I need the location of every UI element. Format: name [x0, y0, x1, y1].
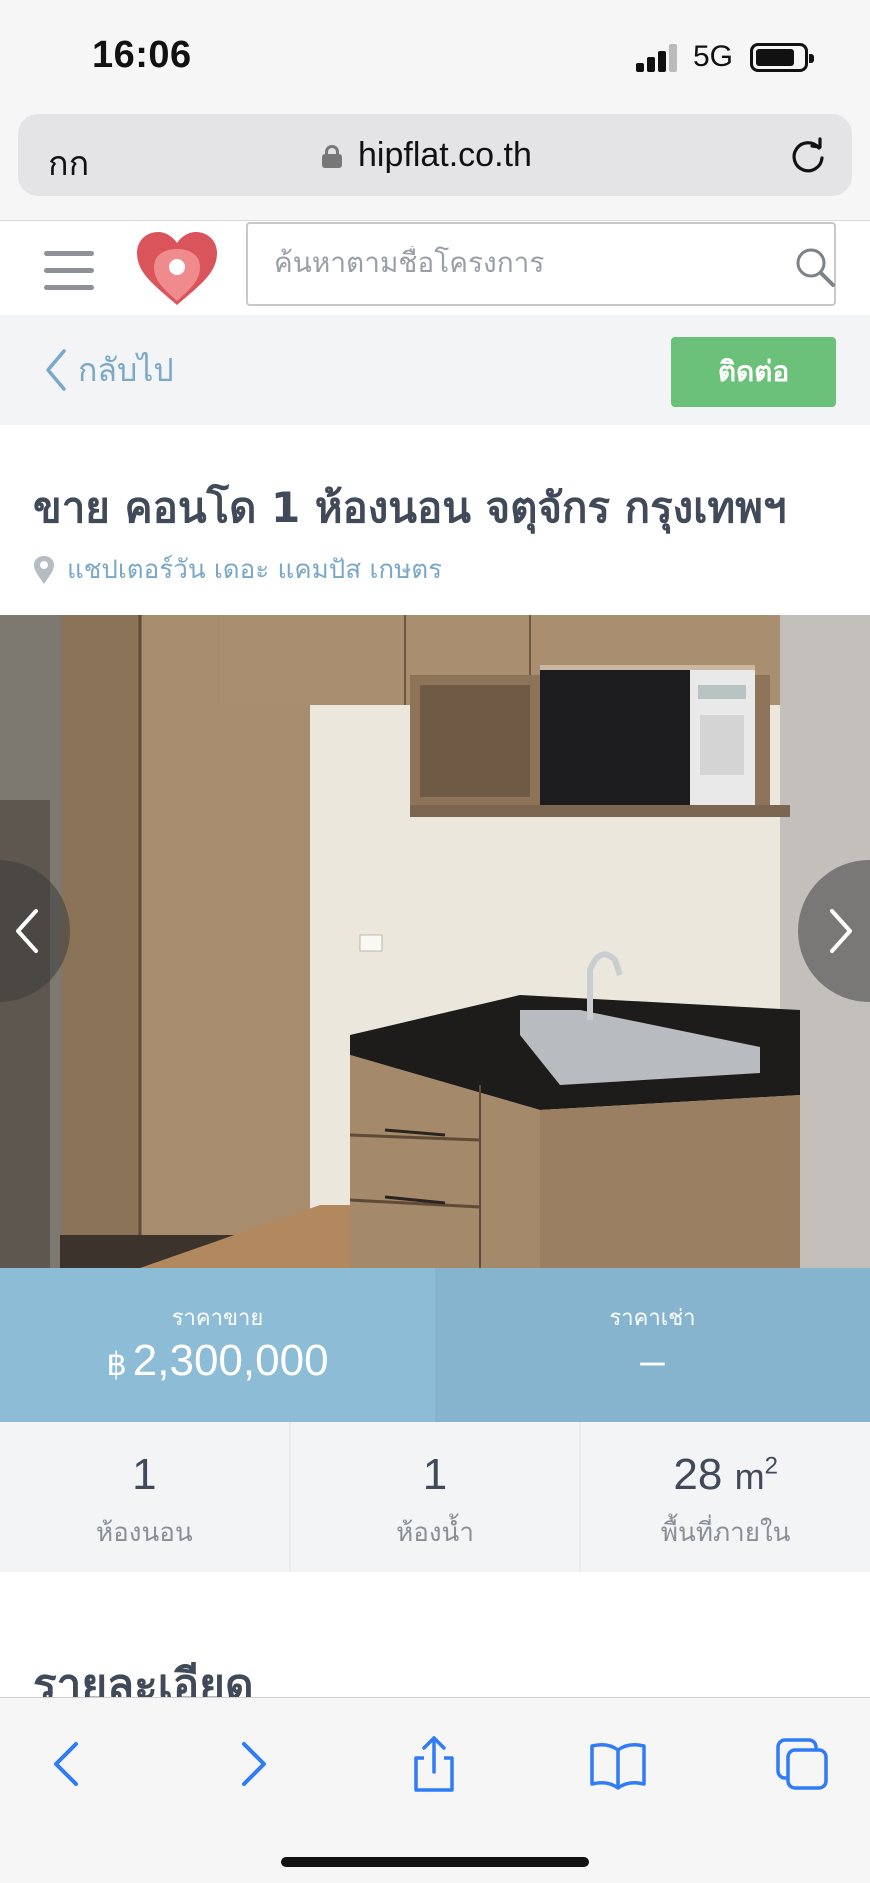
area-number: 28 [673, 1450, 723, 1499]
spec-bedrooms: 1 ห้องนอน [0, 1422, 289, 1572]
browser-address-area: กก hipflat.co.th [0, 110, 870, 220]
battery-icon [750, 43, 814, 72]
chevron-right-icon [830, 909, 852, 953]
listing-title: ขาย คอนโด 1 ห้องนอน จตุจักร กรุงเทพฯ [33, 483, 787, 532]
status-bar: 16:06 5G [0, 0, 870, 110]
signal-icon [636, 44, 680, 72]
spec-bathrooms: 1 ห้องน้ำ [290, 1422, 580, 1572]
rent-price-value: – [640, 1336, 665, 1385]
chevron-left-icon [46, 349, 66, 391]
home-indicator [281, 1857, 589, 1867]
bathrooms-value: 1 [422, 1450, 448, 1499]
search-box[interactable] [246, 222, 836, 306]
area-label: พื้นที่ภายใน [660, 1518, 791, 1548]
action-row: กลับไป ติดต่อ [0, 315, 870, 425]
menu-icon[interactable] [44, 251, 94, 291]
listing-photo-carousel[interactable] [0, 615, 870, 1268]
back-arrow-icon[interactable] [38, 1734, 98, 1794]
bedrooms-label: ห้องนอน [96, 1518, 193, 1548]
chevron-left-icon [16, 909, 38, 953]
sale-price-amount: 2,300,000 [132, 1336, 329, 1385]
rent-price-cell: ราคาเช่า – [435, 1268, 870, 1422]
search-input[interactable] [274, 246, 754, 279]
area-value: 28 m2 [581, 1450, 870, 1500]
bedrooms-value: 1 [132, 1450, 157, 1499]
baht-symbol: ฿ [106, 1346, 127, 1382]
share-icon[interactable] [404, 1734, 464, 1794]
area-unit-sup: 2 [764, 1452, 778, 1480]
browser-toolbar [0, 1697, 870, 1883]
area-unit: m [734, 1456, 765, 1497]
spec-row: 1 ห้องนอน 1 ห้องน้ำ 28 m2 พื้นที่ภายใน [0, 1422, 870, 1572]
location-pin-icon [34, 555, 54, 584]
back-link[interactable]: กลับไป [42, 345, 174, 395]
address-bar[interactable]: กก hipflat.co.th [18, 114, 852, 196]
status-time: 16:06 [92, 34, 192, 76]
listing-header: ขาย คอนโด 1 ห้องนอน จตุจักร กรุงเทพฯ แชป… [0, 425, 870, 615]
kitchen-photo [0, 615, 870, 1268]
bookmarks-icon[interactable] [588, 1734, 648, 1794]
location-text: แชปเตอร์วัน เดอะ แคมปัส เกษตร [67, 555, 443, 585]
network-label: 5G [693, 40, 734, 73]
forward-arrow-icon[interactable] [222, 1734, 282, 1794]
url-text[interactable]: hipflat.co.th [358, 136, 532, 175]
site-header [0, 220, 870, 315]
back-label: กลับไป [78, 350, 174, 389]
reader-settings-button[interactable]: กก [48, 136, 89, 190]
lock-icon [322, 145, 342, 168]
hipflat-logo[interactable] [134, 229, 220, 309]
spec-area: 28 m2 พื้นที่ภายใน [581, 1422, 870, 1572]
sale-price-value: ฿ 2,300,000 [0, 1336, 435, 1386]
price-row: ราคาขาย ฿ 2,300,000 ราคาเช่า – [0, 1268, 870, 1422]
bathrooms-label: ห้องน้ำ [396, 1518, 474, 1548]
search-icon[interactable] [794, 246, 836, 288]
sale-price-label: ราคาขาย [171, 1306, 264, 1331]
contact-button[interactable]: ติดต่อ [671, 337, 836, 407]
tabs-icon[interactable] [772, 1734, 832, 1794]
reload-icon[interactable] [788, 136, 828, 176]
location-link[interactable]: แชปเตอร์วัน เดอะ แคมปัส เกษตร [33, 549, 442, 590]
rent-price-label: ราคาเช่า [609, 1306, 696, 1331]
sale-price-cell: ราคาขาย ฿ 2,300,000 [0, 1268, 435, 1422]
